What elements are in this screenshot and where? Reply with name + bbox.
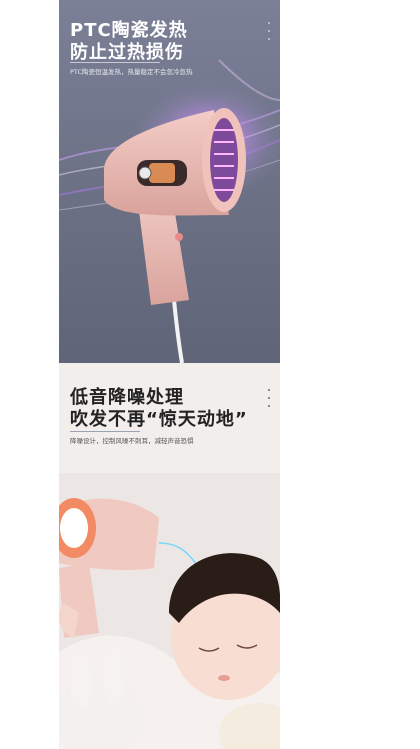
quiet-title-divider — [70, 431, 140, 432]
quiet-subtitle: 降噪设计，控制风噪不刺耳，减轻声音恐惧 — [70, 437, 194, 445]
power-cord — [172, 299, 184, 363]
quiet-title-line2: 吹发不再“惊天动地” — [70, 409, 248, 430]
sleeping-baby-photo — [59, 473, 280, 749]
power-button — [175, 233, 183, 241]
noise-reduction-panel: 低音降噪处理 吹发不再“惊天动地” 降噪设计，控制风噪不刺耳，减轻声音恐惧 — [59, 363, 280, 749]
quiet-title: 低音降噪处理 吹发不再“惊天动地” — [70, 387, 248, 431]
side-dots-quiet — [268, 389, 270, 413]
quiet-title-line1: 低音降噪处理 — [70, 387, 184, 408]
baby-mouth — [218, 675, 230, 681]
hair-dryer-illustration — [59, 59, 280, 363]
motor-fan — [138, 166, 152, 180]
ptc-heating-panel: PTC陶瓷发热 防止过热损伤 PTC陶瓷恒温发热，热量稳定不会忽冷忽热 — [59, 0, 280, 363]
motor-coil — [149, 163, 175, 183]
